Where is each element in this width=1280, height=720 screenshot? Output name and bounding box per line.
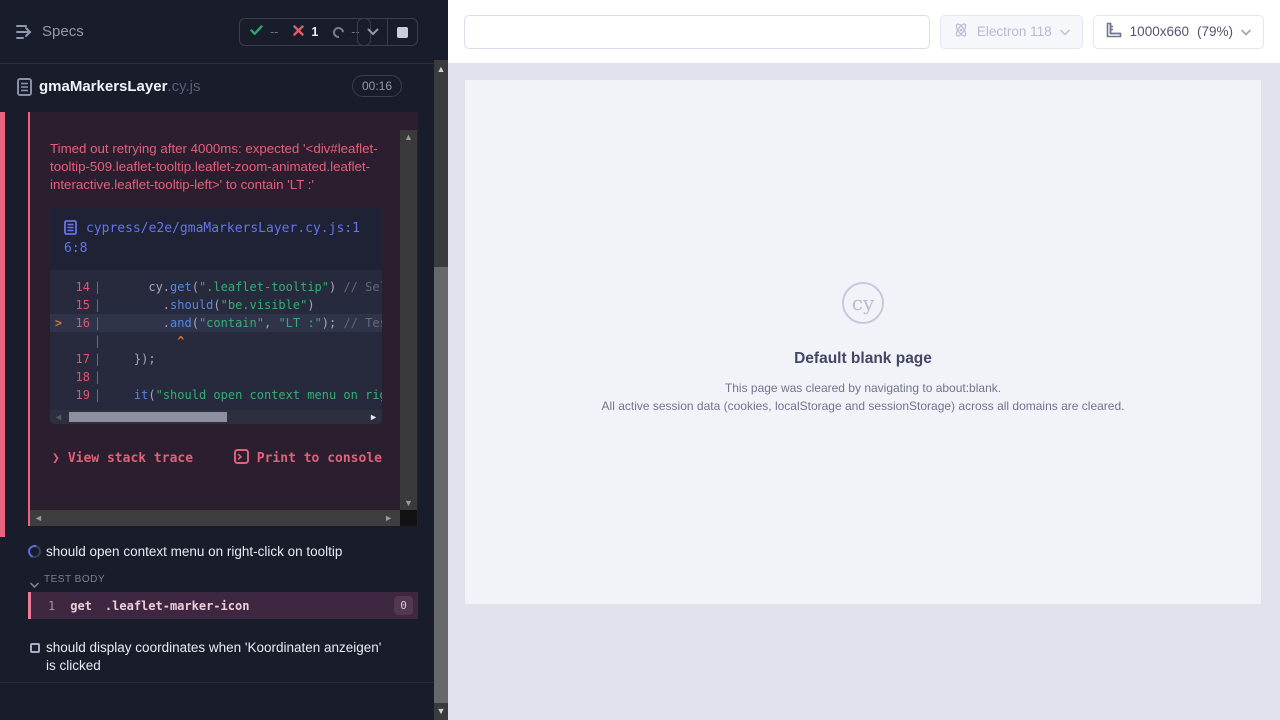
running-spinner-icon xyxy=(26,543,43,560)
pending-icon xyxy=(331,24,346,39)
code-line: 18| xyxy=(50,368,382,386)
stack-frame-link[interactable]: cypress/e2e/gmaMarkersLayer.cy.js:16:8 xyxy=(50,208,382,270)
scroll-right-icon: ► xyxy=(369,411,378,423)
specs-title: Specs xyxy=(42,23,84,40)
blank-page-title: Default blank page xyxy=(794,350,932,368)
collapse-all-button[interactable] xyxy=(358,19,387,45)
spec-file-icon xyxy=(17,78,32,101)
print-to-console-button[interactable]: Print to console xyxy=(234,449,382,468)
scroll-left-icon: ◄ xyxy=(34,512,43,524)
console-icon xyxy=(234,449,249,468)
error-vertical-scrollbar[interactable]: ▲ ▼ xyxy=(400,130,417,510)
blank-page-subtitle-1: This page was cleared by navigating to a… xyxy=(725,381,1001,395)
view-stack-trace-label: View stack trace xyxy=(68,451,193,466)
test-stats: -- 1 -- xyxy=(239,18,371,46)
divider xyxy=(0,682,434,683)
specs-menu-icon[interactable] xyxy=(14,22,38,42)
command-number: 1 xyxy=(48,599,55,613)
error-panel: Timed out retrying after 4000ms: expecte… xyxy=(28,112,418,526)
scroll-up-icon: ▲ xyxy=(434,62,448,76)
electron-icon xyxy=(953,22,969,41)
browser-url-bar: Electron 118 1000x660 (79%) xyxy=(448,0,1280,64)
viewport-zoom: (79%) xyxy=(1197,24,1233,39)
chevron-down-icon xyxy=(1241,24,1251,39)
test-item-pending[interactable]: should display coordinates when 'Koordin… xyxy=(0,636,434,678)
reporter-sidebar: Specs -- 1 -- gmaMarkersLayer.cy.js 00:1… xyxy=(0,0,448,720)
scroll-down-icon: ▼ xyxy=(404,496,413,510)
stop-button[interactable] xyxy=(387,19,417,45)
blank-page: cy Default blank page This page was clea… xyxy=(465,80,1261,604)
browser-label: Electron 118 xyxy=(977,24,1052,39)
error-actions: ❯ View stack trace Print to console xyxy=(52,449,382,468)
code-frame: cypress/e2e/gmaMarkersLayer.cy.js:16:8 1… xyxy=(50,208,382,424)
scroll-right-icon: ► xyxy=(384,512,393,524)
passed-icon xyxy=(250,25,263,39)
code-line: | ^ xyxy=(50,332,382,350)
run-controls xyxy=(357,18,418,46)
spec-row[interactable]: gmaMarkersLayer.cy.js 00:16 xyxy=(0,65,434,112)
failed-count: 1 xyxy=(311,25,318,39)
code-line: >16| .and("contain", "LT :"); // Test xyxy=(50,314,382,332)
stop-icon xyxy=(397,27,408,38)
url-input[interactable] xyxy=(464,15,930,49)
command-elements-badge: 0 xyxy=(394,596,413,615)
stack-frame-file: cypress/e2e/gmaMarkersLayer.cy.js:16:8 xyxy=(64,221,360,256)
viewport-info-button[interactable]: 1000x660 (79%) xyxy=(1093,15,1264,49)
error-horizontal-scrollbar[interactable]: ◄ ► xyxy=(30,510,401,526)
code-block: 14| cy.get(".leaflet-tooltip") // Sele15… xyxy=(50,270,382,410)
command-target: .leaflet-marker-icon xyxy=(105,599,250,613)
test-title: should display coordinates when 'Koordin… xyxy=(46,639,382,675)
test-item-running[interactable]: should open context menu on right-click … xyxy=(0,540,434,566)
code-horizontal-scrollbar[interactable]: ◄ ► xyxy=(50,410,382,424)
failed-icon xyxy=(293,25,304,39)
code-scrollbar-thumb[interactable] xyxy=(69,412,227,422)
view-stack-trace-button[interactable]: ❯ View stack trace xyxy=(52,451,193,466)
test-body-label: TEST BODY xyxy=(44,574,105,585)
scroll-up-icon: ▲ xyxy=(404,130,413,144)
reporter-scrollbar-thumb[interactable] xyxy=(434,267,448,703)
chevron-down-icon xyxy=(1060,24,1070,39)
test-title: should open context menu on right-click … xyxy=(46,543,386,561)
code-line: 19| it("should open context menu on righ xyxy=(50,386,382,404)
spec-ext: .cy.js xyxy=(167,78,200,95)
failed-attempt-bar xyxy=(0,112,5,537)
chevron-right-icon: ❯ xyxy=(52,451,60,466)
cypress-logo: cy xyxy=(842,282,884,324)
reporter-header: Specs -- 1 -- xyxy=(0,0,434,64)
ruler-icon xyxy=(1106,22,1122,41)
app-viewport: cy Default blank page This page was clea… xyxy=(448,64,1280,720)
blank-page-subtitle-2: All active session data (cookies, localS… xyxy=(602,399,1125,413)
pending-test-icon xyxy=(30,643,40,653)
browser-stage: Electron 118 1000x660 (79%) cy Default b… xyxy=(448,0,1280,720)
passed-count: -- xyxy=(270,25,278,39)
spec-name: gmaMarkersLayer.cy.js xyxy=(39,78,200,95)
test-body-section[interactable]: TEST BODY xyxy=(0,571,434,589)
browser-selector[interactable]: Electron 118 xyxy=(940,15,1083,49)
scroll-left-icon: ◄ xyxy=(54,411,63,423)
error-message: Timed out retrying after 4000ms: expecte… xyxy=(50,140,388,194)
command-row[interactable]: 1 get .leaflet-marker-icon 0 xyxy=(28,592,418,619)
code-line: 17| }); xyxy=(50,350,382,368)
reporter-scrollbar[interactable]: ▲ ▼ xyxy=(434,60,448,720)
viewport-size: 1000x660 xyxy=(1130,24,1189,39)
scroll-down-icon: ▼ xyxy=(434,704,448,718)
print-to-console-label: Print to console xyxy=(257,451,382,466)
spec-timer: 00:16 xyxy=(352,75,402,97)
scrollbar-corner xyxy=(400,510,417,526)
command-method: get xyxy=(70,599,92,613)
code-line: 15| .should("be.visible") xyxy=(50,296,382,314)
code-line: 14| cy.get(".leaflet-tooltip") // Sele xyxy=(50,278,382,296)
